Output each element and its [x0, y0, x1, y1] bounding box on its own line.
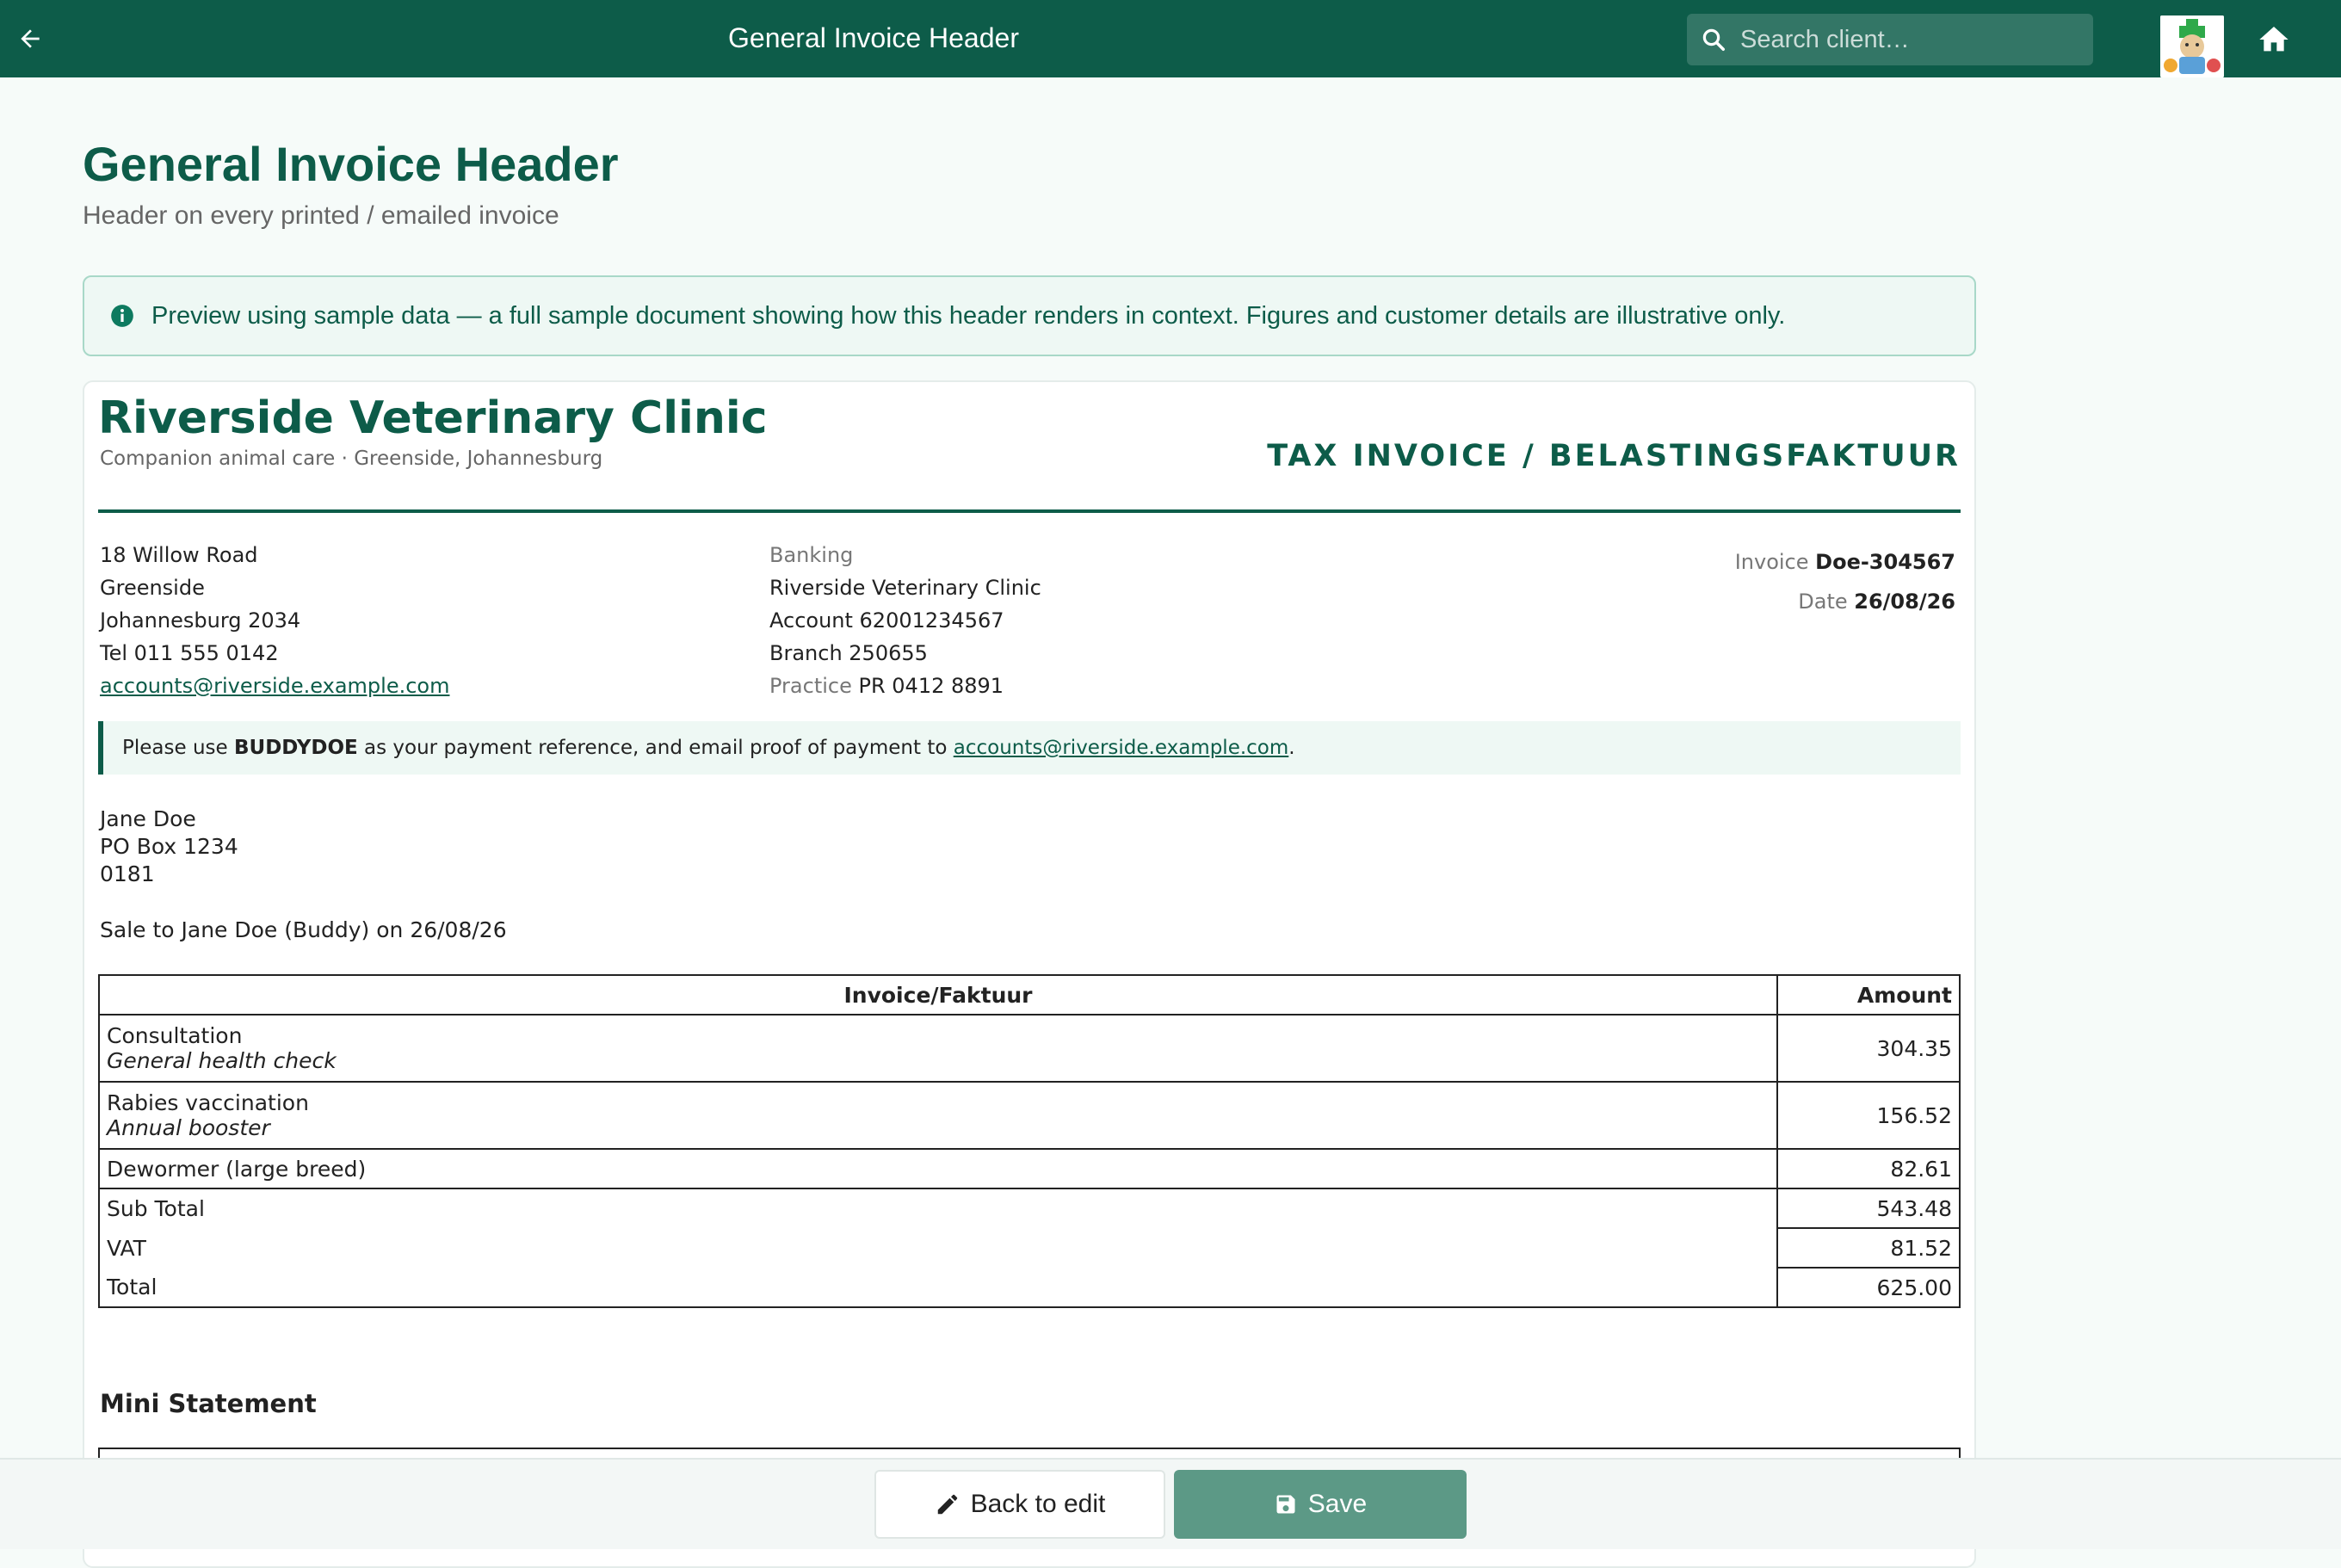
- banner-text: Preview using sample data — a full sampl…: [151, 301, 1786, 330]
- search-input[interactable]: [1740, 25, 2067, 54]
- invoice-number-label: Invoice: [1734, 550, 1809, 574]
- save-button[interactable]: Save: [1174, 1470, 1467, 1539]
- item-detail: General health check: [107, 1048, 337, 1073]
- save-icon: [1276, 1495, 1295, 1514]
- invoice-date-label: Date: [1798, 590, 1848, 614]
- clinic-email-link[interactable]: accounts@riverside.example.com: [100, 674, 449, 698]
- bottom-action-bar: Back to edit Save: [0, 1458, 2341, 1549]
- document-type: TAX INVOICE / BELASTINGSFAKTUUR: [1267, 439, 1961, 473]
- save-label: Save: [1307, 1490, 1368, 1518]
- item-amount: 304.35: [1776, 1014, 1961, 1083]
- clinic-phone: Tel 011 555 0142: [100, 641, 279, 665]
- bank-account-name: Riverside Veterinary Clinic: [769, 576, 1041, 600]
- invoice-meta: Invoice Doe-304567 Date 26/08/26: [1735, 542, 1955, 621]
- header-divider: [98, 509, 1961, 513]
- clinic-tagline: Companion animal care · Greenside, Johan…: [100, 448, 603, 470]
- client-address: Jane Doe PO Box 1234 0181: [100, 806, 238, 888]
- preview-info-banner: Preview using sample data — a full sampl…: [83, 275, 1976, 356]
- client-postcode: 0181: [100, 861, 155, 886]
- address-line: Johannesburg 2034: [100, 608, 301, 633]
- home-icon: [2259, 27, 2288, 52]
- vat-label: VAT: [98, 1228, 1778, 1268]
- payment-reference-note: Please use BUDDYDOE as your payment refe…: [98, 721, 1961, 775]
- bank-branch: Branch 250655: [769, 641, 928, 665]
- column-header-amount: Amount: [1776, 974, 1961, 1015]
- back-button[interactable]: [12, 21, 48, 57]
- search-icon: [1702, 28, 1725, 51]
- invoice-table: Invoice/Faktuur Amount Consultation Gene…: [98, 974, 1961, 1308]
- client-name: Jane Doe: [100, 806, 196, 831]
- home-button[interactable]: [2255, 21, 2293, 59]
- invoice-number: Doe-304567: [1815, 550, 1955, 574]
- client-search[interactable]: [1687, 14, 2093, 65]
- address-line: Greenside: [100, 576, 205, 600]
- vat-row: VAT 81.52: [98, 1227, 1961, 1269]
- pencil-icon: [937, 1494, 957, 1515]
- page-subtitle: Header on every printed / emailed invoic…: [83, 201, 559, 230]
- payref-prefix: Please use: [122, 737, 228, 759]
- subtotal-row: Sub Total 543.48: [98, 1188, 1961, 1229]
- vat-amount: 81.52: [1776, 1227, 1961, 1269]
- invoice-date: 26/08/26: [1854, 590, 1955, 614]
- info-icon: [111, 305, 133, 327]
- arrow-left-icon: [21, 29, 40, 48]
- total-label: Total: [98, 1268, 1778, 1308]
- payref-email-link[interactable]: accounts@riverside.example.com: [954, 737, 1289, 759]
- item-detail: Annual booster: [107, 1115, 270, 1140]
- sale-description: Sale to Jane Doe (Buddy) on 26/08/26: [100, 917, 507, 942]
- item-amount: 156.52: [1776, 1081, 1961, 1150]
- payref-suffix: .: [1288, 737, 1295, 759]
- subtotal-label: Sub Total: [98, 1188, 1778, 1228]
- client-address-line: PO Box 1234: [100, 834, 238, 859]
- back-to-edit-button[interactable]: Back to edit: [874, 1470, 1165, 1539]
- bank-account-number: Account 62001234567: [769, 608, 1004, 633]
- item-name: Rabies vaccination: [107, 1090, 309, 1115]
- payref-middle: as your payment reference, and email pro…: [364, 737, 948, 759]
- total-row: Total 625.00: [98, 1267, 1961, 1308]
- item-name: Consultation: [107, 1023, 243, 1048]
- table-row: Rabies vaccination Annual booster 156.52: [98, 1081, 1961, 1150]
- page-title: General Invoice Header: [83, 137, 619, 191]
- practice-value: PR 0412 8891: [858, 674, 1004, 698]
- back-to-edit-label: Back to edit: [970, 1490, 1106, 1518]
- practice-label: Practice: [769, 674, 852, 698]
- clinic-address: 18 Willow Road Greenside Johannesburg 20…: [100, 539, 449, 702]
- practice-number: Practice PR 0412 8891: [769, 670, 1041, 702]
- column-header-description: Invoice/Faktuur: [98, 974, 1778, 1015]
- subtotal-amount: 543.48: [1776, 1188, 1961, 1229]
- clinic-mascot-icon: [2160, 15, 2224, 77]
- invoice-preview: Riverside Veterinary Clinic Companion an…: [83, 380, 1976, 1568]
- payment-reference: BUDDYDOE: [233, 737, 358, 759]
- item-name: Dewormer (large breed): [107, 1156, 367, 1182]
- mini-statement-title: Mini Statement: [100, 1389, 317, 1418]
- address-line: 18 Willow Road: [100, 543, 258, 567]
- banking-details: Banking Riverside Veterinary Clinic Acco…: [769, 539, 1041, 702]
- clinic-name: Riverside Veterinary Clinic: [98, 392, 768, 444]
- app-bar-title: General Invoice Header: [728, 22, 1019, 53]
- table-row: Consultation General health check 304.35: [98, 1014, 1961, 1083]
- item-amount: 82.61: [1776, 1148, 1961, 1189]
- banking-heading: Banking: [769, 543, 854, 567]
- top-app-bar: General Invoice Header: [0, 0, 2341, 77]
- avatar[interactable]: [2160, 15, 2224, 77]
- table-row: Dewormer (large breed) 82.61: [98, 1148, 1961, 1189]
- total-amount: 625.00: [1776, 1267, 1961, 1308]
